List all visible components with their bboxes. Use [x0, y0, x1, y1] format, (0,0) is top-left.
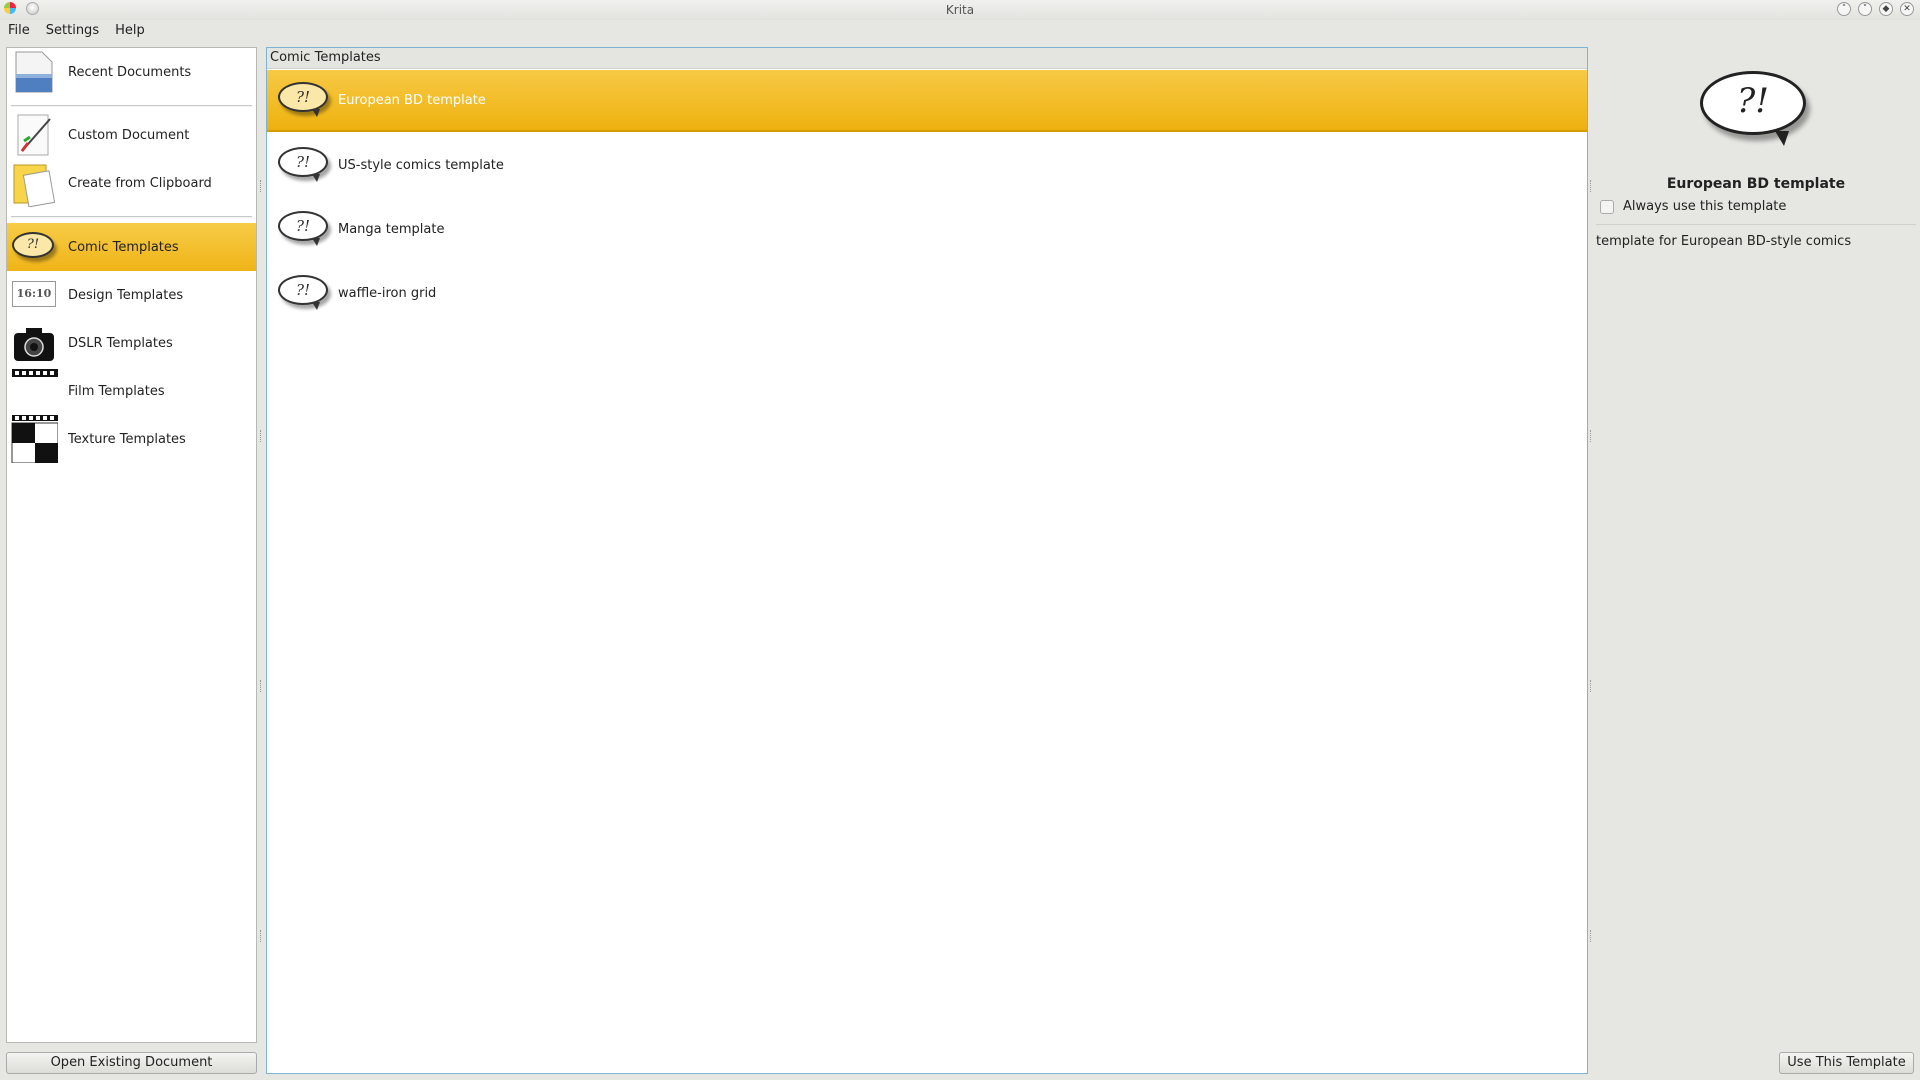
sidebar-item-recent-documents[interactable]: Recent Documents	[7, 48, 256, 96]
sidebar-item-label: Recent Documents	[68, 64, 192, 80]
template-title: European BD template	[1666, 176, 1846, 192]
sidebar-item-label: Film Templates	[68, 383, 165, 399]
sidebar-item-texture-templates[interactable]: Texture Templates	[7, 415, 256, 464]
template-details-panel: ?! European BD template Always use this …	[1592, 47, 1920, 1080]
sidebar-item-label: Create from Clipboard	[68, 175, 212, 191]
sidebar-item-dslr-templates[interactable]: DSLR Templates	[7, 319, 256, 367]
clipboard-icon	[10, 159, 58, 208]
template-item-label: European BD template	[338, 92, 486, 108]
sidebar-item-label: Comic Templates	[68, 239, 179, 255]
sidebar-item-comic-templates[interactable]: ?! Comic Templates	[7, 223, 256, 271]
speech-bubble-icon: ?!	[274, 76, 334, 124]
always-use-template-checkbox[interactable]	[1600, 199, 1614, 214]
menu-file[interactable]: File	[0, 22, 38, 40]
splitter-handle[interactable]	[260, 430, 264, 442]
sidebar-item-film-templates[interactable]: Film Templates	[7, 367, 256, 415]
sidebar-item-label: Design Templates	[68, 287, 184, 303]
bubble-glyph: ?!	[278, 211, 328, 246]
film-icon	[10, 367, 58, 415]
sidebar-item-label: DSLR Templates	[68, 335, 173, 351]
template-list-header: Comic Templates	[267, 48, 1587, 69]
keep-above-icon[interactable]: ˄	[1837, 2, 1851, 16]
speech-bubble-icon: ?!	[274, 141, 334, 189]
use-this-template-button[interactable]: Use This Template	[1779, 1052, 1914, 1074]
bubble-glyph: ?!	[278, 147, 328, 182]
pen-icon	[10, 111, 58, 159]
menu-settings[interactable]: Settings	[38, 22, 107, 40]
menu-help[interactable]: Help	[107, 22, 153, 40]
ratio-icon: 16:10	[10, 271, 58, 319]
template-list-panel: Comic Templates ?! European BD template …	[266, 47, 1588, 1074]
template-item-label: waffle-iron grid	[338, 285, 437, 301]
window-title: Krita	[945, 3, 975, 17]
template-item-label: Manga template	[338, 221, 445, 237]
sidebar-item-design-templates[interactable]: 16:10 Design Templates	[7, 271, 256, 319]
divider	[11, 216, 252, 218]
splitter-handle[interactable]	[260, 180, 264, 192]
divider	[1596, 224, 1916, 225]
sidebar-item-label: Texture Templates	[68, 431, 186, 447]
bubble-glyph: ?!	[278, 275, 328, 310]
document-icon	[10, 48, 58, 96]
maximize-icon[interactable]: ◆	[1879, 2, 1893, 16]
sidebar-item-custom-document[interactable]: Custom Document	[7, 111, 256, 159]
open-existing-document-button[interactable]: Open Existing Document	[6, 1052, 257, 1074]
splitter-handle[interactable]	[260, 680, 264, 692]
checker-icon	[10, 415, 59, 464]
title-bar: Krita ˄ ˅ ◆ ✕	[0, 0, 1920, 20]
splitter-handle[interactable]	[260, 930, 264, 942]
close-icon[interactable]: ✕	[1900, 2, 1914, 16]
sidebar-item-create-from-clipboard[interactable]: Create from Clipboard	[7, 159, 256, 208]
speech-bubble-icon: ?!	[274, 269, 334, 317]
template-item-european-bd[interactable]: ?! European BD template	[267, 70, 1587, 132]
template-item-manga[interactable]: ?! Manga template	[267, 198, 1587, 260]
template-category-list: Recent Documents Custom Document Create …	[6, 47, 257, 1043]
bubble-glyph: ?!	[278, 82, 328, 117]
template-item-us-style-comics[interactable]: ?! US-style comics template	[267, 134, 1587, 196]
minimize-icon[interactable]: ˅	[1858, 2, 1872, 16]
speech-bubble-icon: ?!	[274, 205, 334, 253]
menu-bar: File Settings Help	[0, 22, 153, 40]
template-item-label: US-style comics template	[338, 157, 504, 173]
template-item-waffle-iron-grid[interactable]: ?! waffle-iron grid	[267, 262, 1587, 324]
divider	[11, 105, 252, 107]
speech-bubble-icon: ?!	[10, 223, 58, 271]
sidebar-item-label: Custom Document	[68, 127, 190, 143]
always-use-template-checkbox-row[interactable]: Always use this template	[1600, 199, 1786, 214]
always-use-template-label[interactable]: Always use this template	[1623, 199, 1786, 214]
camera-icon	[10, 319, 58, 367]
template-preview-icon: ?!	[1700, 71, 1806, 146]
template-description: template for European BD-style comics	[1596, 234, 1852, 249]
